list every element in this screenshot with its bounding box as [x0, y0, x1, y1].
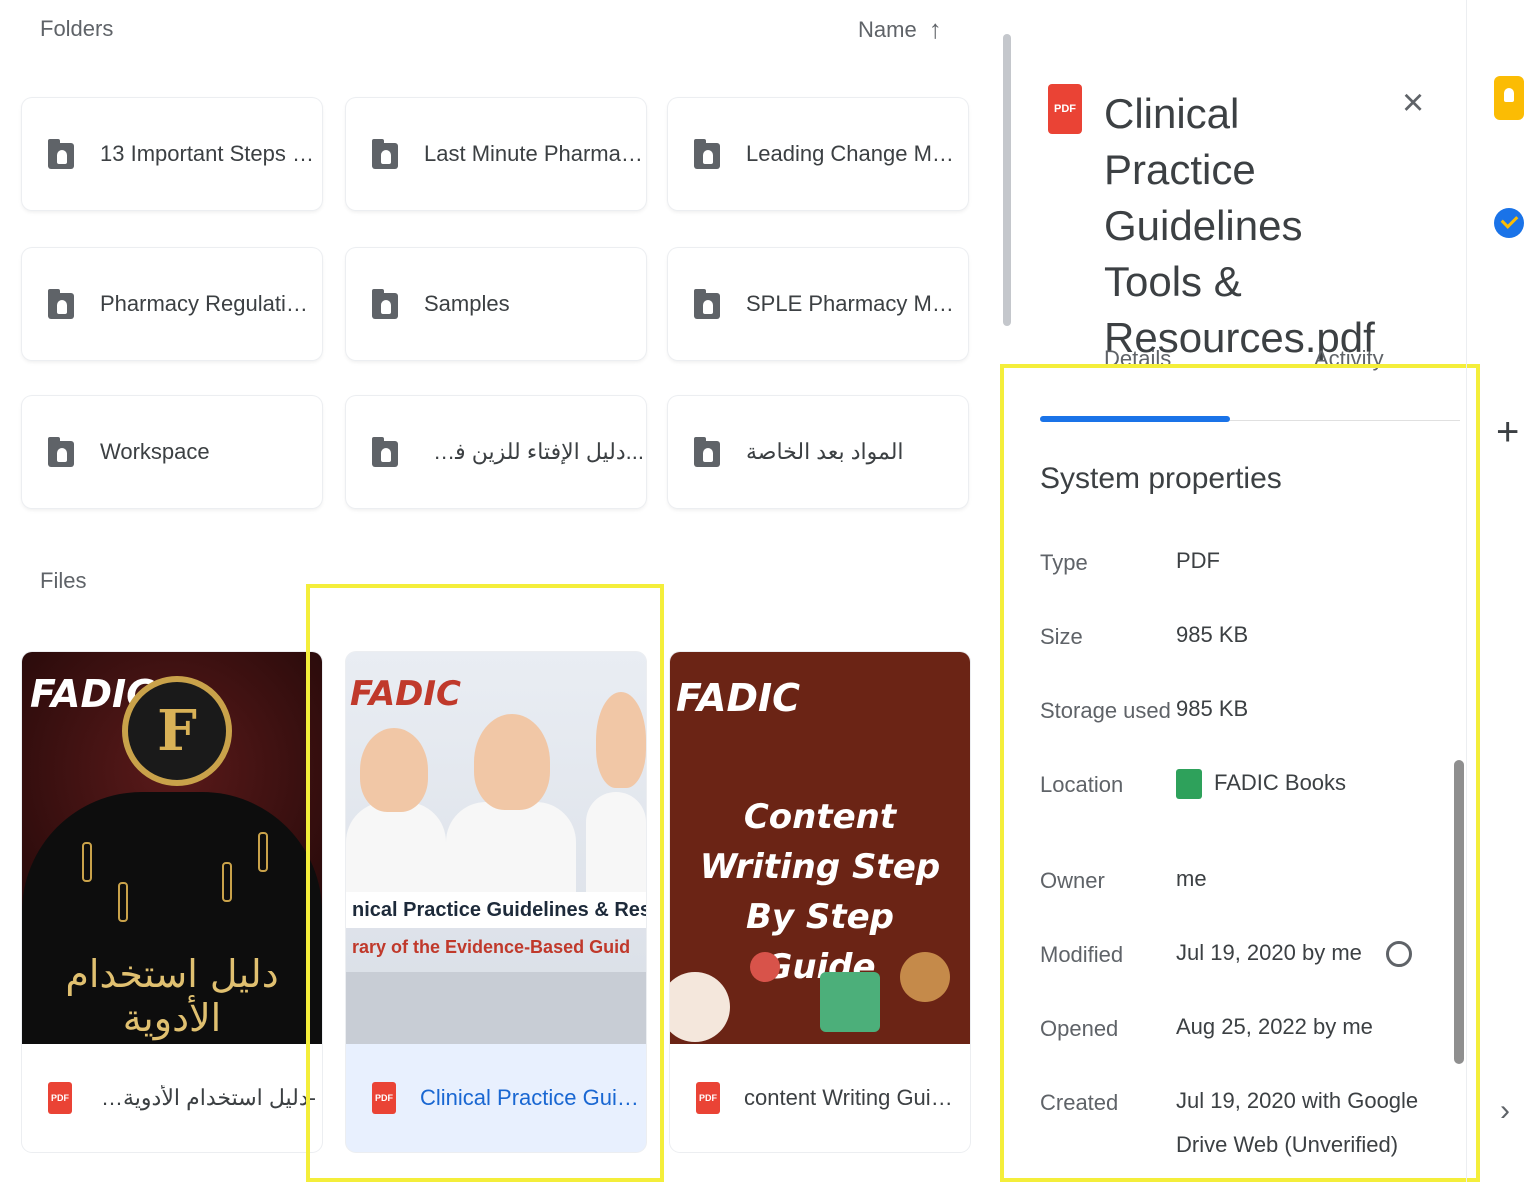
file-name: content Writing Guide.p... [744, 1085, 964, 1110]
sort-label: Name [858, 16, 917, 42]
folder-card[interactable]: Pharmacy Regulations [22, 248, 322, 360]
folder-name: SPLE Pharmacy Made E... [746, 291, 966, 316]
folder-card[interactable]: Last Minute Pharmacy ... [346, 98, 646, 210]
shared-folder-icon [694, 289, 720, 319]
folder-name: 13 Important Steps to E... [100, 141, 320, 166]
folder-name: Samples [424, 291, 510, 316]
file-card[interactable]: FADIC Content Writing Step By Step Guide… [670, 652, 970, 1152]
close-icon[interactable]: × [1402, 82, 1424, 125]
chevron-right-icon[interactable]: › [1500, 1094, 1510, 1128]
shared-folder-icon [694, 139, 720, 169]
arrow-up-icon[interactable]: ↑ [929, 14, 942, 45]
file-thumbnail: FADIC F دليل استخدام الأدوية [22, 652, 322, 1044]
file-name: -دليل استخدام الأدوية خلال شهر رمضان الم… [96, 1085, 316, 1110]
shared-folder-icon [694, 437, 720, 467]
folder-name: المواد بعد الخاصة [746, 439, 904, 464]
folder-card[interactable]: المواد بعد الخاصة [668, 396, 968, 508]
folders-section-label: Folders [40, 16, 114, 41]
folder-card[interactable]: SPLE Pharmacy Made E... [668, 248, 968, 360]
folder-card[interactable]: ...دليل الإفتاء للزين في 13 اسم [346, 396, 646, 508]
folder-name: Leading Change Manag... [746, 141, 966, 166]
tasks-icon[interactable] [1494, 208, 1524, 238]
details-highlight [1000, 364, 1480, 1182]
folder-card[interactable]: Samples [346, 248, 646, 360]
folder-name: Pharmacy Regulations [100, 291, 320, 316]
medal-logo: F [122, 676, 232, 786]
selection-highlight [306, 584, 664, 1182]
thumb-text: دليل استخدام الأدوية [65, 952, 279, 1040]
folder-card[interactable]: Workspace [22, 396, 322, 508]
details-file-title: Clinical Practice Guidelines Tools & Res… [1104, 90, 1375, 361]
folder-name: ...دليل الإفتاء للزين في 13 اسم [424, 439, 644, 464]
keep-icon[interactable] [1494, 76, 1524, 120]
shared-folder-icon [372, 437, 398, 467]
shared-folder-icon [48, 289, 74, 319]
folder-card[interactable]: Leading Change Manag... [668, 98, 968, 210]
shared-folder-icon [372, 139, 398, 169]
folder-name: Workspace [100, 439, 210, 464]
pdf-icon: PDF [1048, 84, 1082, 134]
folder-card[interactable]: 13 Important Steps to E... [22, 98, 322, 210]
side-rail-divider [1466, 0, 1467, 1182]
shared-folder-icon [372, 289, 398, 319]
add-icon[interactable]: + [1496, 410, 1519, 455]
files-section-label: Files [40, 568, 87, 593]
sort-control[interactable]: Name ↑ [858, 14, 942, 45]
pdf-icon: PDF [48, 1082, 72, 1114]
thumb-brand: FADIC [676, 676, 801, 720]
pdf-icon: PDF [696, 1082, 720, 1114]
file-thumbnail: FADIC Content Writing Step By Step Guide [670, 652, 970, 1044]
shared-folder-icon [48, 139, 74, 169]
shared-folder-icon [48, 437, 74, 467]
file-card[interactable]: FADIC F دليل استخدام الأدوية PDF -دليل ا… [22, 652, 322, 1152]
folder-name: Last Minute Pharmacy ... [424, 141, 644, 166]
panel-resize-handle[interactable] [1003, 34, 1011, 326]
